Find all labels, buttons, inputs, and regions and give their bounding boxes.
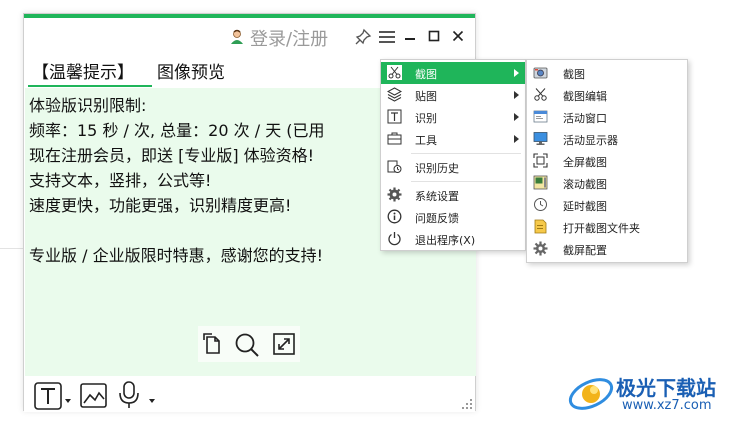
menu-separator xyxy=(411,153,521,154)
submenu-arrow-icon xyxy=(514,69,519,77)
background-divider xyxy=(0,248,24,249)
submenu-item-open-folder[interactable]: 打开截图文件夹 xyxy=(527,216,687,238)
submenu-item-fullscreen[interactable]: 全屏截图 xyxy=(527,150,687,172)
result-toolbar xyxy=(198,326,300,362)
submenu-item-label: 截屏配置 xyxy=(563,244,607,257)
submenu-item-screenshot[interactable]: 截图 xyxy=(527,62,687,84)
menu-item-exit[interactable]: 退出程序(X) xyxy=(381,228,525,250)
gear-icon xyxy=(387,187,402,202)
power-icon xyxy=(388,232,401,246)
clock-icon xyxy=(534,198,547,211)
toolbox-icon xyxy=(387,132,402,145)
content-line: 体验版识别限制: xyxy=(29,96,147,115)
login-register-link[interactable]: 登录/注册 xyxy=(250,25,328,51)
maximize-icon[interactable] xyxy=(428,28,440,44)
tab-image-preview[interactable]: 图像预览 xyxy=(157,58,225,83)
content-line: 支持文本，竖排，公式等! xyxy=(29,171,212,190)
scroll-capture-icon xyxy=(533,175,548,190)
submenu-item-label: 截图编辑 xyxy=(563,90,607,103)
menu-icon[interactable] xyxy=(379,31,395,43)
microphone-icon[interactable] xyxy=(116,380,156,410)
menu-item-label: 识别历史 xyxy=(415,162,459,175)
screenshot-submenu: 截图 截图编辑 活动窗口 活动显示器 全屏截图 滚动截图 延时截图 打开截图文件… xyxy=(526,59,688,263)
info-icon xyxy=(387,209,402,224)
menu-item-recognize[interactable]: 识别 xyxy=(381,106,525,128)
menu-item-settings[interactable]: 系统设置 xyxy=(381,184,525,206)
menu-item-label: 贴图 xyxy=(415,90,437,103)
menu-item-label: 系统设置 xyxy=(415,190,459,203)
context-menu: 截图 贴图 识别 工具 识别历史 系统设置 问题反馈 退出程序(X) xyxy=(380,59,526,251)
content-line: 现在注册会员，即送 [专业版] 体验资格! xyxy=(29,146,315,165)
submenu-arrow-icon xyxy=(514,113,519,121)
menu-item-label: 截图 xyxy=(415,68,437,81)
submenu-item-scroll-capture[interactable]: 滚动截图 xyxy=(527,172,687,194)
bottom-toolbar xyxy=(24,376,475,412)
submenu-item-screenshot-edit[interactable]: 截图编辑 xyxy=(527,84,687,106)
monitor-icon xyxy=(533,132,548,145)
menu-item-sticker[interactable]: 贴图 xyxy=(381,84,525,106)
active-tab-indicator xyxy=(28,85,152,87)
scissors-edit-icon xyxy=(534,88,547,101)
submenu-item-label: 滚动截图 xyxy=(563,178,607,191)
menu-item-history[interactable]: 识别历史 xyxy=(381,156,525,178)
submenu-item-label: 活动窗口 xyxy=(563,112,607,125)
user-icon[interactable] xyxy=(229,29,245,45)
fullscreen-icon xyxy=(533,153,548,168)
content-line: 专业版 / 企业版限时特惠，感谢您的支持! xyxy=(29,246,323,265)
folder-icon xyxy=(534,219,547,234)
menu-item-label: 识别 xyxy=(415,112,437,125)
menu-item-screenshot[interactable]: 截图 xyxy=(381,62,525,84)
expand-icon[interactable] xyxy=(272,332,296,356)
tab-tips[interactable]: 【温馨提示】 xyxy=(32,58,134,83)
menu-separator xyxy=(411,181,521,182)
text-mode-icon[interactable] xyxy=(34,382,74,410)
menu-item-label: 问题反馈 xyxy=(415,212,459,225)
menu-item-label: 退出程序(X) xyxy=(415,234,476,247)
submenu-item-delayed-capture[interactable]: 延时截图 xyxy=(527,194,687,216)
watermark-title: 极光下载站 xyxy=(616,376,716,400)
submenu-item-capture-config[interactable]: 截屏配置 xyxy=(527,238,687,260)
image-mode-icon[interactable] xyxy=(80,382,108,410)
camera-icon xyxy=(533,67,548,79)
submenu-arrow-icon xyxy=(514,135,519,143)
pin-icon[interactable] xyxy=(354,28,372,46)
watermark-logo-icon xyxy=(568,378,614,410)
submenu-item-label: 延时截图 xyxy=(563,200,607,213)
menu-item-tools[interactable]: 工具 xyxy=(381,128,525,150)
watermark: 极光下载站 www.xz7.com xyxy=(564,364,732,424)
search-icon[interactable] xyxy=(234,332,260,358)
submenu-arrow-icon xyxy=(514,91,519,99)
menu-item-label: 工具 xyxy=(415,134,437,147)
content-line: 速度更快，功能更强，识别精度更高! xyxy=(29,196,292,215)
submenu-item-label: 截图 xyxy=(563,68,585,81)
watermark-url: www.xz7.com xyxy=(622,398,712,413)
submenu-item-label: 活动显示器 xyxy=(563,134,618,147)
layers-icon xyxy=(387,87,402,102)
minimize-icon[interactable] xyxy=(404,28,416,44)
close-icon[interactable] xyxy=(452,28,464,44)
resize-grip-icon[interactable] xyxy=(460,398,474,410)
submenu-item-label: 全屏截图 xyxy=(563,156,607,169)
scissors-icon xyxy=(387,65,402,80)
text-recognize-icon xyxy=(387,109,402,124)
window-icon xyxy=(533,110,548,123)
content-line: 频率：15 秒 / 次, 总量：20 次 / 天 (已用 xyxy=(29,121,325,140)
submenu-item-label: 打开截图文件夹 xyxy=(563,222,640,235)
gear-icon xyxy=(533,241,548,256)
submenu-item-active-monitor[interactable]: 活动显示器 xyxy=(527,128,687,150)
history-icon xyxy=(387,160,402,173)
copy-icon[interactable] xyxy=(201,332,223,356)
submenu-item-active-window[interactable]: 活动窗口 xyxy=(527,106,687,128)
title-bar: 登录/注册 xyxy=(24,18,475,54)
menu-item-feedback[interactable]: 问题反馈 xyxy=(381,206,525,228)
